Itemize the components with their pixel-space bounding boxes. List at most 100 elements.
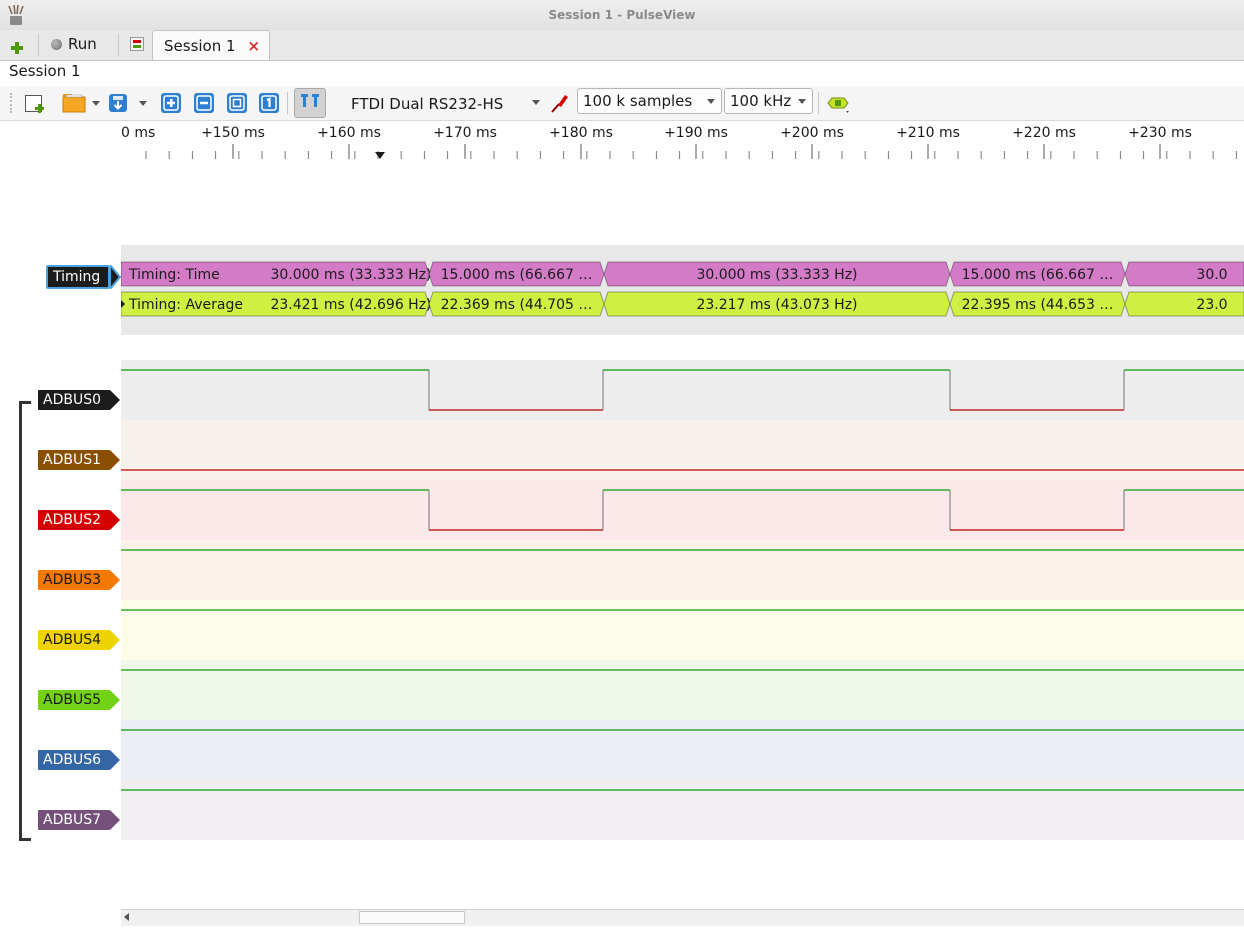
save-button[interactable] — [108, 92, 147, 114]
channel-label-pointer — [110, 750, 120, 770]
open-icon — [62, 94, 86, 113]
decoder-annotation-text: 23.217 ms (43.073 Hz) — [696, 297, 857, 313]
channel-name: ADBUS0 — [43, 392, 102, 408]
channel-label-adbus2[interactable]: ADBUS2 — [38, 510, 110, 530]
decoder-annotation-text: 15.000 ms (66.667 … — [962, 267, 1114, 283]
channel-row-background — [121, 720, 1244, 780]
add-session-icon — [11, 42, 23, 54]
trace-view[interactable]: 30.000 ms (33.333 Hz) 15.000 ms (66.667 …… — [120, 159, 1244, 909]
decoder-annotation-text: 23.421 ms (42.696 Hz) — [270, 297, 431, 313]
scrollbar-thumb[interactable] — [359, 911, 465, 924]
zoom-one-to-one-button[interactable] — [259, 92, 279, 114]
probe-icon — [551, 95, 568, 113]
cursors-icon — [301, 94, 319, 107]
channel-label-pointer — [110, 510, 120, 530]
run-button[interactable]: Run — [51, 30, 97, 58]
channel-label-adbus0[interactable]: ADBUS0 — [38, 390, 110, 410]
channel-label-pointer — [110, 690, 120, 710]
session-title: Session 1 — [9, 62, 81, 80]
ruler-tick-label: +190 ms — [664, 125, 728, 141]
save-dropdown-arrow-icon[interactable] — [139, 100, 147, 106]
decoder-label-pointer — [110, 265, 121, 289]
channel-row-background — [121, 540, 1244, 600]
channel-row-background — [121, 420, 1244, 480]
time-ruler[interactable]: 0 ms +150 ms +160 ms +170 ms +180 ms +190 ms +… — [121, 121, 1244, 159]
horizontal-scrollbar[interactable] — [121, 909, 1244, 926]
decoder-annotation-text: 30.000 ms (33.333 Hz) — [696, 267, 857, 283]
channel-row-background — [121, 600, 1244, 660]
zoom-fit-button[interactable] — [227, 92, 247, 114]
channel-name: ADBUS4 — [43, 632, 102, 648]
channel-name: ADBUS1 — [43, 452, 102, 468]
decoder-label-timing[interactable]: Timing — [46, 265, 110, 289]
toolbar-separator — [818, 92, 819, 114]
view-mode-button[interactable] — [130, 30, 144, 58]
sample-count-value: 100 k samples — [583, 92, 693, 110]
channel-name: ADBUS2 — [43, 512, 102, 528]
toolbar-separator — [118, 34, 119, 56]
ruler-tick-label: +180 ms — [549, 125, 613, 141]
save-icon — [109, 94, 127, 112]
new-view-icon — [25, 95, 44, 113]
signal-traces: 30.000 ms (33.333 Hz) 15.000 ms (66.667 …… — [120, 245, 1244, 840]
run-label: Run — [68, 35, 97, 53]
channel-label-pointer — [110, 630, 120, 650]
decoder-row-title: Timing: Average — [128, 297, 243, 313]
device-config-button[interactable] — [549, 92, 571, 114]
cursor-marker-icon — [375, 152, 385, 159]
toolbar-separator — [38, 34, 39, 56]
decoder-icon — [827, 97, 849, 113]
channel-label-pointer — [110, 450, 120, 470]
zoom-in-button[interactable] — [161, 92, 181, 114]
tab-session-1[interactable]: Session 1 × — [152, 30, 270, 60]
session-tab-bar: Run Session 1 × — [0, 30, 1244, 61]
samplerate-select[interactable]: 100 kHz — [724, 88, 813, 114]
channel-label-pointer — [110, 570, 120, 590]
decoder-annotation-text: 15.000 ms (66.667 … — [441, 267, 593, 283]
toolbar-grip — [10, 93, 15, 113]
close-tab-icon[interactable]: × — [248, 37, 261, 55]
zoom-fit-icon — [227, 93, 247, 113]
ruler-tick-label: +170 ms — [433, 125, 497, 141]
channel-label-adbus7[interactable]: ADBUS7 — [38, 810, 110, 830]
ruler-tick-label: +230 ms — [1128, 125, 1192, 141]
chevron-down-icon — [707, 99, 715, 104]
new-view-button[interactable] — [24, 92, 46, 114]
trace-label-panel: Timing ADBUS0 ADBUS1 ADBUS2 ADBUS3 ADBUS4 ADB… — [0, 121, 121, 909]
channel-label-adbus3[interactable]: ADBUS3 — [38, 570, 110, 590]
decoder-annotation-text: 22.369 ms (44.705 … — [441, 297, 593, 313]
channel-row-background — [121, 360, 1244, 420]
session-tab-label: Session 1 — [164, 36, 236, 55]
chevron-down-icon — [798, 99, 806, 104]
ruler-tick-label: +150 ms — [201, 125, 265, 141]
channel-name: ADBUS5 — [43, 692, 102, 708]
decoder-annotation-text: 30.0 — [1196, 267, 1227, 283]
device-name: FTDI Dual RS232-HS — [351, 95, 504, 113]
channel-row-background — [121, 660, 1244, 720]
channel-label-adbus5[interactable]: ADBUS5 — [38, 690, 110, 710]
ruler-tick-label: +220 ms — [1012, 125, 1076, 141]
device-dropdown-arrow-icon[interactable] — [532, 100, 540, 105]
channel-row-background — [121, 480, 1244, 540]
sample-count-select[interactable]: 100 k samples — [577, 88, 722, 114]
new-session-button[interactable] — [10, 30, 24, 58]
scroll-left-icon[interactable] — [124, 913, 129, 921]
cursors-toggle-button[interactable] — [294, 88, 326, 118]
open-button[interactable] — [62, 92, 100, 114]
channel-name: ADBUS3 — [43, 572, 102, 588]
channel-label-adbus1[interactable]: ADBUS1 — [38, 450, 110, 470]
add-decoder-button[interactable] — [826, 92, 852, 114]
toolbar-separator — [287, 92, 288, 114]
device-selector[interactable]: FTDI Dual RS232-HS — [351, 93, 503, 115]
zoom-out-button[interactable] — [194, 92, 214, 114]
ruler-tick-label: +160 ms — [317, 125, 381, 141]
ruler-tick-label: +210 ms — [896, 125, 960, 141]
channel-label-pointer — [110, 810, 120, 830]
window-title: Session 1 - PulseView — [548, 8, 696, 22]
open-dropdown-arrow-icon[interactable] — [92, 100, 100, 106]
channel-label-adbus6[interactable]: ADBUS6 — [38, 750, 110, 770]
run-status-icon — [51, 38, 62, 50]
channel-label-pointer — [110, 390, 120, 410]
channel-group-bracket[interactable] — [19, 401, 31, 841]
channel-label-adbus4[interactable]: ADBUS4 — [38, 630, 110, 650]
